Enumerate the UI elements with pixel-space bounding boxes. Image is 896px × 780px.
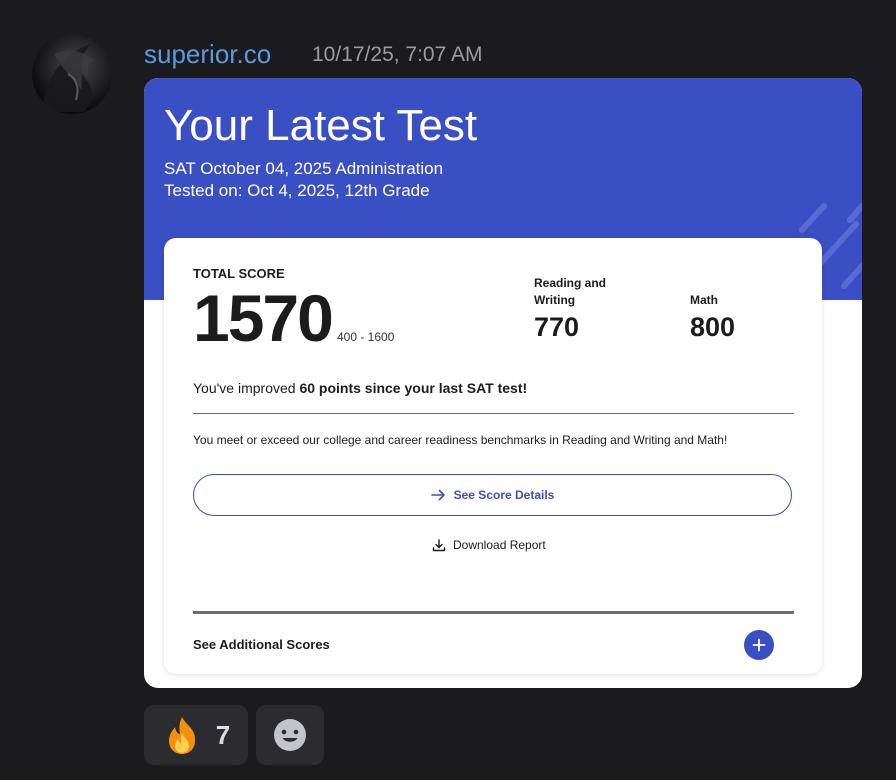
arrow-right-icon: [430, 489, 446, 501]
improvement-points: 60 points since your last SAT test!: [299, 380, 528, 396]
improvement-prefix: You've improved: [193, 380, 300, 396]
author-name[interactable]: superior.co: [144, 38, 271, 70]
fire-reaction[interactable]: 7: [144, 705, 248, 765]
score-report-embed: Your Latest Test SAT October 04, 2025 Ad…: [144, 78, 862, 688]
math-label: Math: [690, 293, 718, 307]
score-range: 400 - 1600: [337, 330, 395, 344]
math-score: 800: [690, 312, 736, 342]
reading-writing-label: Reading and Writing: [534, 276, 607, 307]
fire-emoji-icon: [168, 717, 195, 754]
improvement-message: You've improved 60 points since your las…: [193, 380, 527, 396]
add-reaction-button[interactable]: [256, 705, 324, 765]
total-score-label: TOTAL SCORE: [193, 266, 285, 281]
download-report-link[interactable]: Download Report: [432, 538, 546, 552]
reading-writing-score: 770: [534, 312, 580, 342]
download-icon: [432, 538, 446, 552]
score-card: TOTAL SCORE 1570 400 - 1600 Reading and …: [164, 238, 822, 674]
avatar-image: [42, 44, 94, 112]
report-title: Your Latest Test: [164, 101, 478, 150]
see-score-details-label: See Score Details: [453, 488, 555, 502]
smiley-face-icon: [274, 719, 306, 751]
expand-plus-button[interactable]: [744, 630, 774, 660]
section-divider: [193, 611, 794, 614]
total-score-value: 1570: [193, 281, 334, 355]
download-report-label: Download Report: [453, 538, 546, 552]
plus-icon: [752, 638, 766, 652]
author-avatar[interactable]: [32, 34, 112, 114]
reaction-count: 7: [215, 719, 231, 750]
see-additional-scores[interactable]: See Additional Scores: [193, 637, 330, 652]
test-administration: SAT October 04, 2025 Administration: [164, 159, 444, 178]
tested-on: Tested on: Oct 4, 2025, 12th Grade: [164, 181, 430, 200]
benchmark-message: You meet or exceed our college and caree…: [193, 433, 728, 447]
see-score-details-button[interactable]: See Score Details: [193, 474, 792, 516]
message-timestamp: 10/17/25, 7:07 AM: [312, 43, 483, 66]
divider: [193, 413, 794, 414]
